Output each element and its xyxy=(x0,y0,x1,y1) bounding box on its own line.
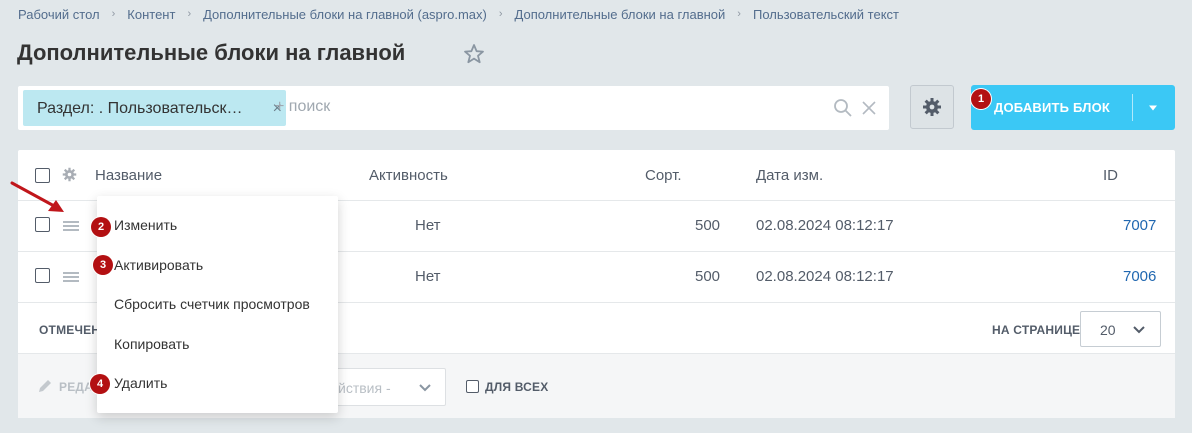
chevron-down-icon xyxy=(419,384,431,392)
arrow-annotation-icon xyxy=(10,181,64,212)
breadcrumb-separator: › xyxy=(737,8,741,20)
cell-date: 02.08.2024 08:12:17 xyxy=(756,268,894,285)
chevron-down-icon[interactable] xyxy=(1148,104,1158,112)
menu-item-delete[interactable]: Удалить xyxy=(114,375,167,391)
for-all-checkbox[interactable] xyxy=(466,380,479,393)
magnifier-icon[interactable] xyxy=(833,98,853,118)
add-block-button[interactable]: ДОБАВИТЬ БЛОК xyxy=(971,85,1175,130)
selected-count-label: ОТМЕЧЕН xyxy=(39,323,101,337)
per-page-label: НА СТРАНИЦЕ: xyxy=(992,323,1085,337)
page-size-select[interactable]: 20 xyxy=(1080,311,1161,347)
add-block-label: ДОБАВИТЬ БЛОК xyxy=(994,100,1111,115)
breadcrumb-item-blocks-aspro[interactable]: Дополнительные блоки на главной (aspro.m… xyxy=(203,7,487,22)
column-header-id[interactable]: ID xyxy=(1103,167,1118,184)
edit-button-label[interactable]: РЕДА xyxy=(59,380,93,394)
page-title: Дополнительные блоки на главной xyxy=(17,40,406,65)
filter-bar[interactable]: Раздел: . Пользовательский текст × + пои… xyxy=(18,86,889,130)
column-header-name[interactable]: Название xyxy=(95,167,162,184)
settings-button[interactable] xyxy=(910,85,954,129)
chevron-down-icon xyxy=(1133,326,1145,334)
actions-select-label: йствия - xyxy=(338,380,391,396)
step-badge-4: 4 xyxy=(90,374,110,394)
cell-id-link[interactable]: 7007 xyxy=(1123,217,1156,234)
step-badge-3: 3 xyxy=(93,255,113,275)
cell-date: 02.08.2024 08:12:17 xyxy=(756,217,894,234)
pencil-icon[interactable] xyxy=(37,378,53,394)
for-all-label[interactable]: ДЛЯ ВСЕХ xyxy=(485,380,548,394)
breadcrumb-item-blocks[interactable]: Дополнительные блоки на главной xyxy=(515,7,726,22)
cell-id-link[interactable]: 7006 xyxy=(1123,268,1156,285)
column-header-date[interactable]: Дата изм. xyxy=(756,167,823,184)
page-size-value: 20 xyxy=(1100,322,1116,338)
breadcrumb-item-desktop[interactable]: Рабочий стол xyxy=(18,7,100,22)
cell-active: Нет xyxy=(415,217,441,234)
drag-handle-icon[interactable] xyxy=(63,220,79,232)
menu-item-activate[interactable]: Активировать xyxy=(114,257,203,273)
drag-handle-icon[interactable] xyxy=(63,271,79,283)
step-badge-1: 1 xyxy=(971,89,991,109)
star-icon[interactable] xyxy=(462,42,486,66)
breadcrumb-separator: › xyxy=(111,8,116,20)
column-header-active[interactable]: Активность xyxy=(369,167,448,184)
breadcrumb-separator: › xyxy=(187,8,192,20)
step-badge-2: 2 xyxy=(91,217,111,237)
gear-icon xyxy=(923,98,941,116)
breadcrumb: Рабочий стол › Контент › Дополнительные … xyxy=(18,6,899,22)
cell-sort: 500 xyxy=(695,268,721,285)
filter-tag-label: Раздел: . Пользовательский текст xyxy=(37,100,247,117)
cell-sort: 500 xyxy=(695,217,721,234)
row-context-menu: Изменить Активировать Сбросить счетчик п… xyxy=(97,196,338,413)
row-checkbox[interactable] xyxy=(35,268,50,283)
menu-item-edit[interactable]: Изменить xyxy=(114,217,177,233)
column-header-sort[interactable]: Сорт. xyxy=(645,167,682,184)
add-button-divider xyxy=(1132,94,1133,121)
breadcrumb-item-content[interactable]: Контент xyxy=(127,7,175,22)
cell-active: Нет xyxy=(415,268,441,285)
menu-item-reset-views[interactable]: Сбросить счетчик просмотров xyxy=(114,296,310,312)
clear-icon[interactable] xyxy=(861,100,877,116)
breadcrumb-separator: › xyxy=(498,8,503,20)
filter-tag[interactable]: Раздел: . Пользовательский текст × xyxy=(23,90,286,126)
search-input[interactable]: + поиск xyxy=(275,98,330,116)
menu-item-copy[interactable]: Копировать xyxy=(114,336,189,352)
breadcrumb-item-custom-text[interactable]: Пользовательский текст xyxy=(753,7,899,22)
